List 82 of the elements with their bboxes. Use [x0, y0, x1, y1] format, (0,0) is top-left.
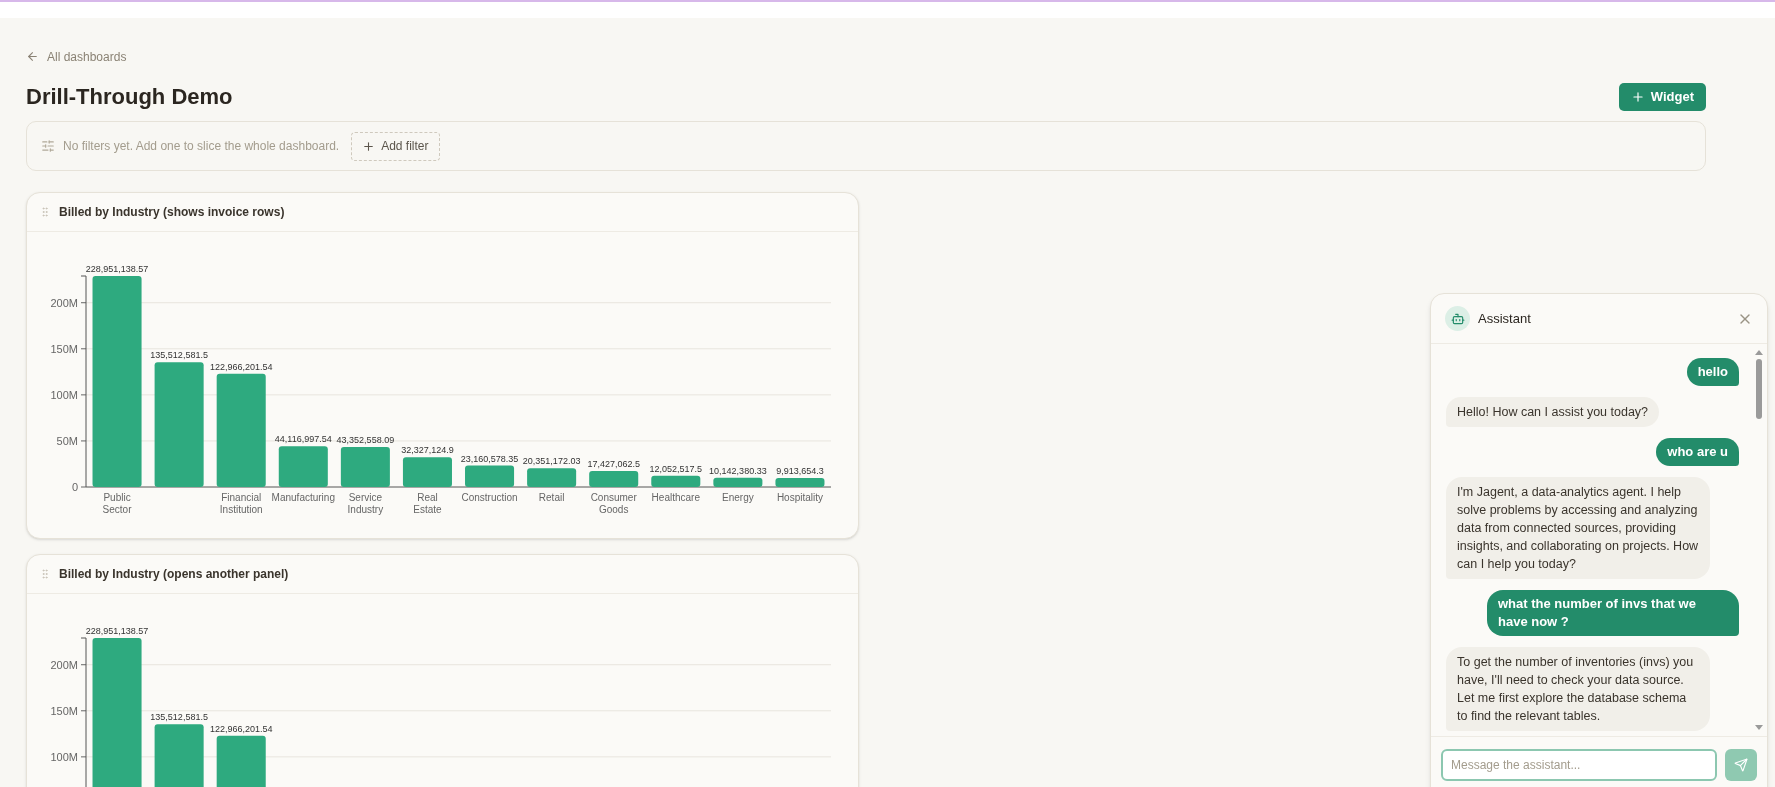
data-label: 12,052,517.5 [649, 463, 703, 474]
bar[interactable] [278, 446, 328, 487]
robot-icon [1445, 306, 1470, 331]
category-label: Retail [538, 492, 565, 503]
data-label: 9,913,654.3 [776, 465, 824, 476]
bar[interactable] [465, 465, 515, 487]
assistant-message: I'm Jagent, a data-analytics agent. I help solve problems by accessing and analyzing data from connected sources, providing insights, and collaborating on projects. How can I help you today? [1446, 477, 1710, 579]
plus-icon [1630, 89, 1645, 104]
tick-mark [80, 440, 87, 442]
category-label: Construction [461, 492, 518, 503]
add-widget-button[interactable]: Widget [1618, 82, 1706, 111]
data-label: 43,352,558.09 [336, 435, 395, 445]
message-input[interactable]: Message the assistant... [1441, 748, 1717, 781]
bar[interactable] [589, 470, 639, 487]
tick-mark [80, 394, 87, 396]
bar[interactable] [713, 477, 763, 487]
axis-tick-label: 50M [56, 434, 78, 447]
category-label: Public Sector [102, 492, 132, 515]
axis-tick-label: 150M [50, 704, 78, 717]
back-link[interactable]: All dashboards [26, 47, 127, 66]
bar[interactable] [340, 447, 390, 487]
bar[interactable] [216, 373, 266, 487]
drag-handle-icon[interactable] [39, 206, 51, 218]
assistant-message: Hello! How can I assist you today? [1446, 397, 1660, 427]
data-label: 20,351,172.03 [522, 456, 581, 467]
tick-mark [80, 756, 87, 758]
tick-mark [80, 348, 87, 350]
data-label: 44,116,997.54 [274, 434, 332, 445]
bar[interactable] [92, 276, 142, 487]
back-arrow-icon [26, 50, 39, 63]
category-label: Real Estate [413, 492, 442, 515]
data-label: 122,966,201.54 [209, 723, 273, 734]
data-label: 17,427,062.5 [587, 458, 640, 469]
category-label: Financial Institution [219, 492, 263, 515]
user-message: hello [1686, 358, 1739, 386]
data-label: 23,160,578.35 [460, 453, 519, 464]
data-label: 135,512,581.5 [150, 712, 208, 723]
scrollbar[interactable] [1754, 350, 1764, 730]
filter-icon [41, 139, 55, 153]
assistant-title: Assistant [1478, 309, 1531, 328]
chart-title: Billed by Industry (shows invoice rows) [59, 204, 285, 221]
bar[interactable] [527, 468, 577, 487]
data-label: 122,966,201.54 [209, 361, 273, 372]
tick-mark [80, 486, 87, 488]
bar[interactable] [402, 457, 452, 487]
add-filter-button[interactable]: Add filter [351, 131, 440, 161]
user-message: what the number of invs that we have now ? [1487, 590, 1739, 636]
axis-tick-label: 100M [50, 750, 78, 763]
plus-icon [362, 139, 376, 153]
send-button[interactable] [1725, 748, 1757, 781]
send-icon [1734, 757, 1748, 772]
tick-mark [80, 710, 87, 712]
axis-tick-label: 200M [50, 658, 78, 671]
category-label: Energy [722, 492, 754, 503]
category-label: Service Industry [347, 492, 384, 515]
bar[interactable] [154, 362, 204, 487]
axis-tick-label: 100M [50, 388, 78, 401]
axis-tick-label: 150M [50, 342, 78, 355]
axis-tick-label: 200M [50, 296, 78, 309]
axis-tick-label: 0 [71, 481, 78, 493]
category-label: Healthcare [651, 492, 700, 503]
data-label: 228,951,138.57 [85, 626, 149, 636]
tick-mark [80, 664, 87, 666]
data-label: 32,327,124.9 [401, 445, 454, 456]
bar[interactable] [154, 724, 204, 787]
user-message: who are u [1656, 438, 1739, 466]
filter-empty-message: No filters yet. Add one to slice the whole dashboard. [63, 138, 340, 155]
drag-handle-icon[interactable] [39, 568, 51, 580]
chart-title: Billed by Industry (opens another panel) [59, 566, 289, 583]
assistant-message: To get the number of inventories (invs) you have, I'll need to check your data source. Let me first explore the database schema to find the relevant tables. [1446, 647, 1710, 731]
bar[interactable] [92, 638, 142, 787]
category-label: Consumer Goods [590, 492, 637, 515]
bar[interactable] [216, 735, 266, 787]
data-label: 10,142,380.33 [709, 465, 767, 476]
bar[interactable] [651, 475, 701, 487]
category-label: Manufacturing [271, 492, 335, 503]
tick-mark [80, 302, 87, 304]
category-label: Hospitality [776, 492, 824, 503]
dashboard-title: Drill-Through Demo [26, 83, 233, 111]
data-label: 135,512,581.5 [150, 350, 208, 361]
data-label: 228,951,138.57 [85, 264, 149, 274]
bar[interactable] [775, 477, 825, 487]
